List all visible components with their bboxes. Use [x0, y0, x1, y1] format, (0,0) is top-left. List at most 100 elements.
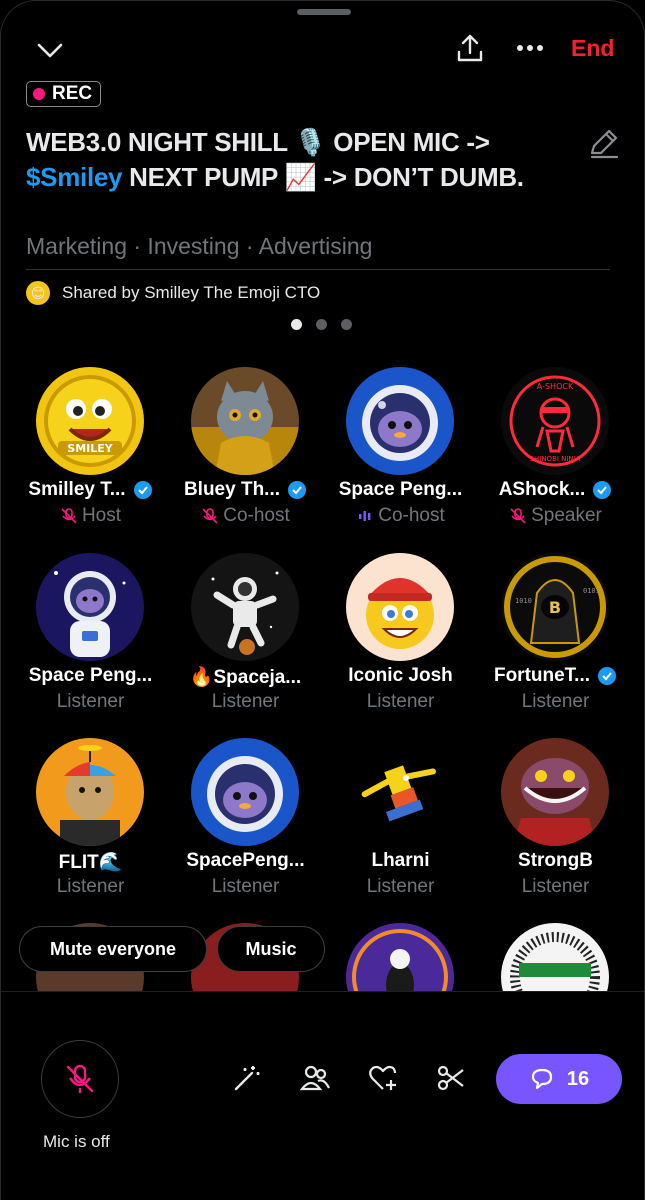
- edit-title-icon[interactable]: [586, 125, 622, 161]
- participant-card[interactable]: Space Peng... Co-host: [323, 367, 478, 527]
- verified-badge-icon: [133, 481, 152, 499]
- mic-off-icon: [202, 508, 218, 524]
- avatar: SMILEY: [36, 367, 144, 475]
- page-indicator: [291, 319, 352, 330]
- participant-name: Smilley T...: [13, 479, 168, 501]
- space-sheet: End REC WEB3.0 NIGHT SHILL 🎙️ OPEN MIC -…: [0, 0, 645, 1200]
- shared-by-text: Shared by Smilley The Emoji CTO: [62, 283, 321, 302]
- participant-role-text: Speaker: [531, 505, 602, 526]
- participant-role: Listener: [323, 691, 478, 713]
- participant-name-text: FLIT🌊: [58, 852, 123, 873]
- participant-role-text: Listener: [521, 876, 590, 897]
- magic-wand-icon[interactable]: [231, 1062, 263, 1094]
- page-dot[interactable]: [316, 319, 327, 330]
- participant-role: Co-host: [323, 505, 478, 527]
- more-options-icon[interactable]: [513, 31, 547, 65]
- svg-text:B: B: [549, 598, 561, 617]
- mic-toggle-button[interactable]: [41, 1040, 119, 1118]
- mic-off-icon: [510, 508, 526, 524]
- participant-role: Speaker: [478, 505, 633, 527]
- recording-badge: REC: [26, 81, 102, 107]
- mic-status-label: Mic is off: [43, 1132, 110, 1151]
- participant-role-text: Host: [81, 505, 122, 526]
- participant-role-text: Listener: [521, 691, 590, 712]
- participant-name-text: Iconic Josh: [348, 665, 453, 686]
- participant-name-text: Space Peng...: [338, 479, 463, 500]
- verified-badge-icon: [598, 667, 617, 685]
- participant-name: Lharni: [323, 850, 478, 872]
- top-bar: End: [1, 27, 644, 73]
- music-button[interactable]: Music: [217, 926, 325, 972]
- participant-role: Listener: [168, 876, 323, 898]
- heart-plus-icon[interactable]: [367, 1062, 399, 1094]
- replies-button[interactable]: 16: [496, 1054, 622, 1104]
- participant-role-text: Listener: [211, 691, 280, 712]
- mic-off-icon: [66, 1064, 94, 1093]
- drag-handle[interactable]: [297, 9, 351, 15]
- participant-role: Listener: [323, 876, 478, 898]
- participant-card[interactable]: Iconic Josh Listener: [323, 553, 478, 713]
- participant-role-text: Co-host: [223, 505, 290, 526]
- avatar: A-SHOCK SHINOBI NINJA: [501, 367, 609, 475]
- participant-name-text: 🔥Spaceja...: [189, 667, 302, 688]
- speaking-icon: [359, 511, 371, 521]
- participant-name: Space Peng...: [323, 479, 478, 501]
- participant-role: Listener: [168, 691, 323, 713]
- participant-name: Bluey Th...: [168, 479, 323, 501]
- participant-card[interactable]: Lharni Listener: [323, 738, 478, 898]
- end-space-button[interactable]: End: [571, 35, 614, 62]
- verified-badge-icon: [288, 481, 307, 499]
- participant-name-text: Lharni: [371, 850, 430, 871]
- title-text-1: WEB3.0 NIGHT SHILL 🎙️ OPEN MIC ->: [26, 127, 490, 157]
- participant-card[interactable]: B 0101 1010 FortuneT... Listener: [478, 553, 633, 713]
- participant-role-text: Co-host: [378, 505, 445, 526]
- participant-card[interactable]: SMILEY Smilley T... Host: [13, 367, 168, 527]
- mic-off-icon: [61, 508, 77, 524]
- scissors-icon[interactable]: [435, 1062, 467, 1094]
- mute-everyone-button[interactable]: Mute everyone: [19, 926, 207, 972]
- svg-text:1010: 1010: [515, 597, 532, 605]
- participant-role: Listener: [13, 876, 168, 898]
- avatar: [191, 367, 299, 475]
- participant-role-text: Listener: [366, 691, 435, 712]
- sharer-avatar: 😊: [26, 281, 50, 305]
- space-topics: Marketing · Investing · Advertising: [26, 233, 373, 259]
- participant-role: Host: [13, 505, 168, 527]
- share-icon[interactable]: [453, 31, 487, 65]
- participant-card[interactable]: A-SHOCK SHINOBI NINJA AShock... Speaker: [478, 367, 633, 527]
- people-icon[interactable]: [299, 1062, 331, 1094]
- page-dot[interactable]: [291, 319, 302, 330]
- avatar: [191, 553, 299, 661]
- comment-icon: [531, 1068, 552, 1090]
- participant-name-text: Bluey Th...: [183, 479, 281, 500]
- shared-by-row[interactable]: 😊 Shared by Smilley The Emoji CTO: [26, 281, 320, 305]
- recording-label: REC: [52, 83, 93, 104]
- avatar: [346, 367, 454, 475]
- participant-role: Co-host: [168, 505, 323, 527]
- participant-card[interactable]: Bluey Th... Co-host: [168, 367, 323, 527]
- participant-name-text: Smilley T...: [28, 479, 126, 500]
- participant-card[interactable]: SpacePeng... Listener: [168, 738, 323, 898]
- participant-card[interactable]: FLIT🌊 Listener: [13, 738, 168, 898]
- avatar: B 0101 1010: [501, 553, 609, 661]
- svg-text:0101: 0101: [583, 587, 600, 595]
- svg-text:A-SHOCK: A-SHOCK: [537, 382, 574, 391]
- participant-role-text: Listener: [56, 691, 125, 712]
- participant-name-text: AShock...: [498, 479, 586, 500]
- participant-role-text: Listener: [211, 876, 280, 897]
- avatar: [346, 738, 454, 846]
- ticker-link[interactable]: $Smiley: [26, 162, 122, 192]
- bottom-controls: Mic is off 16: [1, 991, 644, 1200]
- chevron-down-icon[interactable]: [35, 35, 65, 65]
- participant-name: FLIT🌊: [13, 850, 168, 874]
- participant-card[interactable]: 🔥Spaceja... Listener: [168, 553, 323, 713]
- reply-count: 16: [566, 1067, 590, 1090]
- page-dot[interactable]: [341, 319, 352, 330]
- participant-role: Listener: [478, 876, 633, 898]
- avatar: [501, 738, 609, 846]
- participant-role: Listener: [13, 691, 168, 713]
- recording-dot-icon: [33, 88, 45, 100]
- divider: [26, 269, 610, 270]
- participant-card[interactable]: StrongB Listener: [478, 738, 633, 898]
- participant-card[interactable]: Space Peng... Listener: [13, 553, 168, 713]
